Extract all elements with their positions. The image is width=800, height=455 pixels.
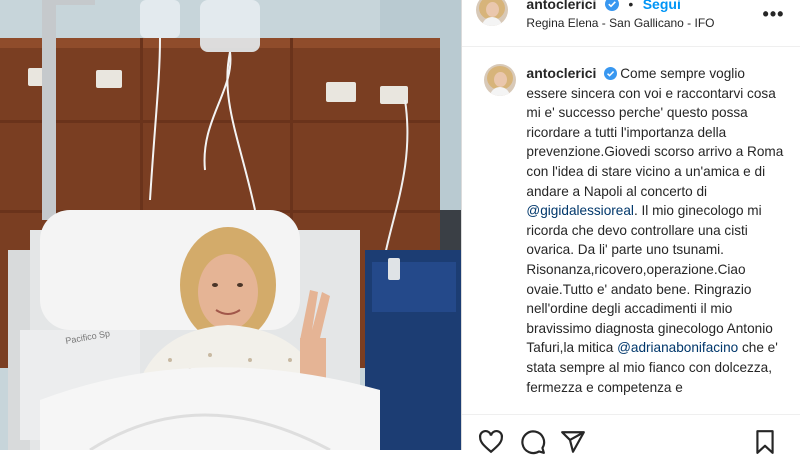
caption-avatar[interactable] [484, 64, 517, 96]
mention-link[interactable]: @gigidalessioreal [526, 203, 634, 218]
post-location[interactable]: Regina Elena - San Gallicano - IFO [526, 16, 714, 30]
author-username[interactable]: antoclerici [526, 0, 596, 12]
caption-body-2: . Il mio ginecologo mi ricorda che devo … [526, 203, 773, 356]
separator-dot: • [628, 0, 634, 12]
mention-link[interactable]: @adrianabonifacino [617, 340, 738, 355]
author-avatar[interactable] [476, 0, 509, 26]
heart-icon[interactable] [478, 429, 504, 455]
comment-icon[interactable] [520, 429, 546, 455]
post-sidebar: antoclerici • Segui Regina Elena - San G… [461, 0, 800, 455]
hospital-photo-scene: Pacifico Sp [0, 0, 462, 450]
caption-username[interactable]: antoclerici [526, 65, 596, 81]
bookmark-icon[interactable] [752, 429, 778, 455]
follow-button[interactable]: Segui [643, 0, 681, 12]
verified-icon [604, 67, 618, 80]
verified-icon [604, 0, 619, 11]
post-actions-bar [462, 414, 800, 455]
post-photo[interactable]: Pacifico Sp [0, 0, 462, 450]
post-header: antoclerici • Segui Regina Elena - San G… [462, 0, 800, 47]
caption-text: antoclerici Come sempre voglio essere si… [526, 64, 784, 397]
caption-body-1: Come sempre voglio essere sincera con vo… [526, 66, 784, 199]
more-options-icon[interactable]: ••• [763, 4, 785, 25]
share-icon[interactable] [560, 429, 586, 455]
author-line: antoclerici • Segui [526, 0, 681, 14]
